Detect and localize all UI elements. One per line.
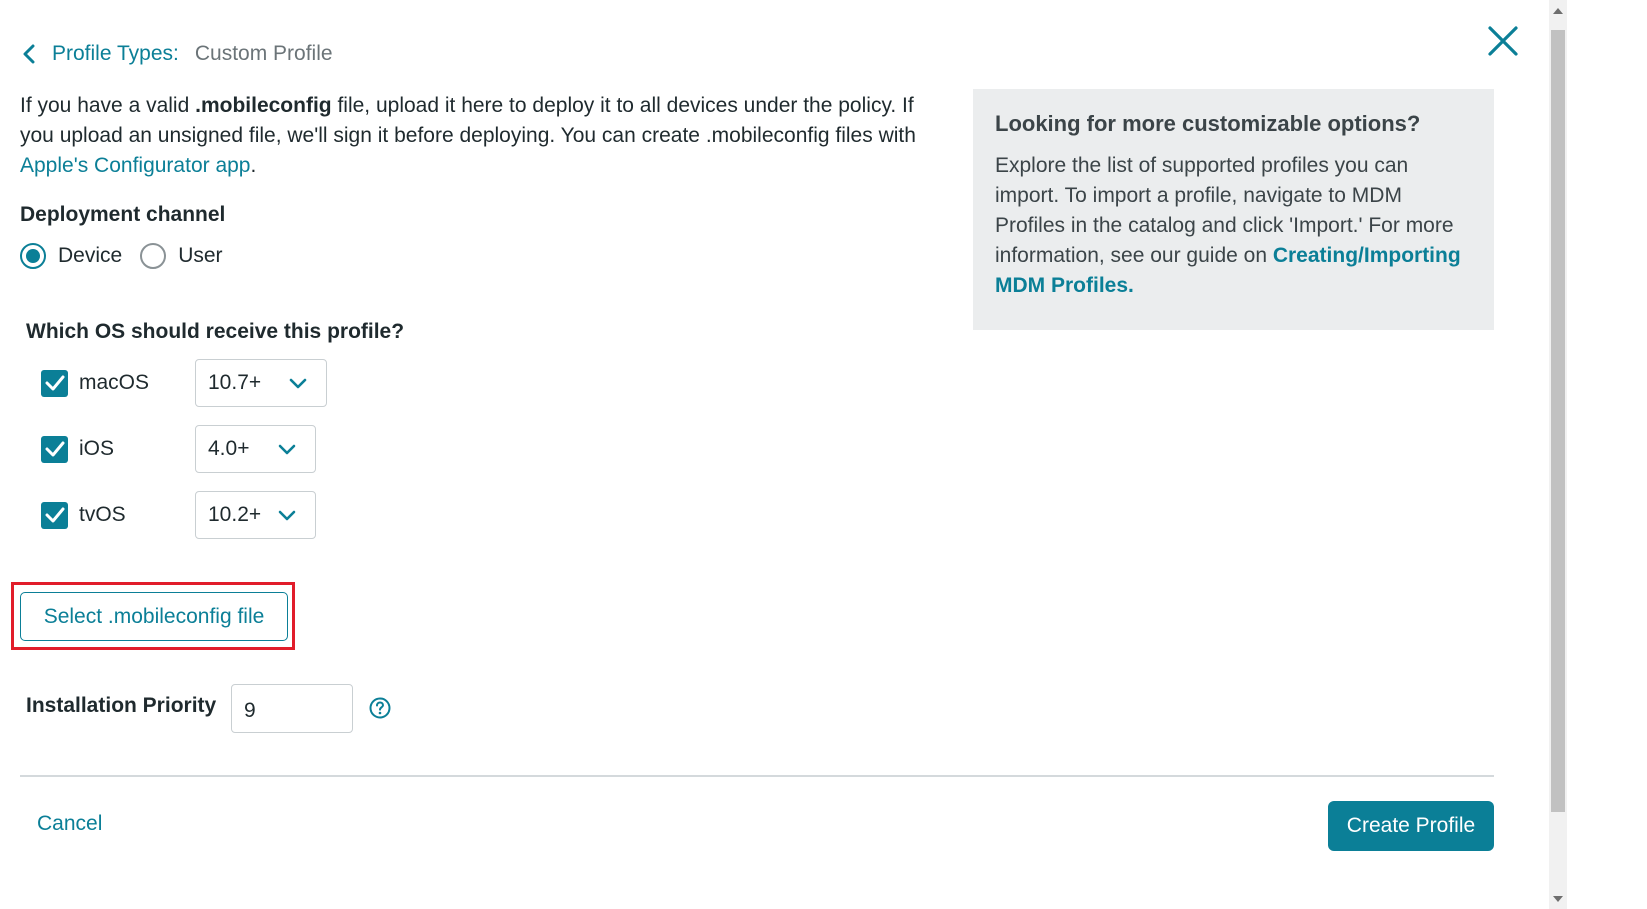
intro-text: If you have a valid xyxy=(20,94,196,117)
radio-selected-dot xyxy=(26,249,40,263)
os-row-macos: macOS 10.7+ xyxy=(41,358,327,408)
checkbox-tvos[interactable] xyxy=(41,501,68,529)
info-panel: Looking for more customizable options? E… xyxy=(973,89,1494,330)
macos-version-select[interactable]: 10.7+ xyxy=(195,359,327,407)
tvos-version-select[interactable]: 10.2+ xyxy=(195,491,316,539)
radio-device[interactable] xyxy=(20,243,46,269)
cancel-link[interactable]: Cancel xyxy=(37,812,102,836)
scroll-down-arrow-icon[interactable] xyxy=(1549,889,1567,909)
chevron-down-icon xyxy=(277,508,297,522)
check-icon xyxy=(45,507,64,523)
tvos-version-value: 10.2+ xyxy=(208,503,262,526)
breadcrumb-parent-link[interactable]: Profile Types: xyxy=(52,42,179,66)
chevron-down-icon xyxy=(288,376,308,390)
radio-device-label[interactable]: Device xyxy=(58,244,122,268)
scrollbar-thumb[interactable] xyxy=(1551,30,1565,812)
configurator-app-link[interactable]: Apple's Configurator app xyxy=(20,154,251,177)
os-label-macos: macOS xyxy=(79,371,150,394)
scroll-up-arrow-icon[interactable] xyxy=(1549,0,1567,20)
breadcrumb-current: Custom Profile xyxy=(194,42,333,65)
checkbox-macos[interactable] xyxy=(41,369,68,397)
os-label-ios: iOS xyxy=(79,437,115,460)
check-icon xyxy=(45,375,64,391)
macos-version-value: 10.7+ xyxy=(208,371,262,394)
info-panel-title: Looking for more customizable options? xyxy=(995,111,1421,136)
checkbox-ios[interactable] xyxy=(41,435,68,463)
footer-divider xyxy=(20,775,1494,777)
intro-text: . xyxy=(250,154,257,177)
info-panel-body: Explore the list of supported profiles y… xyxy=(995,151,1472,301)
ios-version-value: 4.0+ xyxy=(208,437,250,460)
vertical-scrollbar[interactable] xyxy=(1549,0,1567,909)
chevron-down-icon xyxy=(277,442,297,456)
installation-priority-input[interactable] xyxy=(231,684,353,733)
create-profile-button[interactable]: Create Profile xyxy=(1328,801,1494,851)
os-label-tvos: tvOS xyxy=(79,503,126,526)
breadcrumb: Profile Types: Custom Profile xyxy=(22,40,333,68)
radio-user-label[interactable]: User xyxy=(178,244,222,268)
intro-description: If you have a valid .mobileconfig file, … xyxy=(20,91,950,181)
os-row-ios: iOS 4.0+ xyxy=(41,424,316,474)
close-icon[interactable] xyxy=(1486,24,1520,58)
help-icon[interactable] xyxy=(369,697,391,719)
check-icon xyxy=(45,441,64,457)
select-mobileconfig-file-button[interactable]: Select .mobileconfig file xyxy=(20,592,288,641)
chevron-left-icon[interactable] xyxy=(22,43,40,65)
installation-priority-label: Installation Priority xyxy=(26,694,217,717)
radio-user[interactable] xyxy=(140,243,167,269)
deployment-channel-heading: Deployment channel xyxy=(20,203,226,226)
deployment-channel-radio-group: Device User xyxy=(20,241,241,271)
ios-version-select[interactable]: 4.0+ xyxy=(195,425,316,473)
os-heading: Which OS should receive this profile? xyxy=(26,320,405,343)
intro-bold-filetype: .mobileconfig xyxy=(195,94,332,117)
os-row-tvos: tvOS 10.2+ xyxy=(41,490,316,540)
